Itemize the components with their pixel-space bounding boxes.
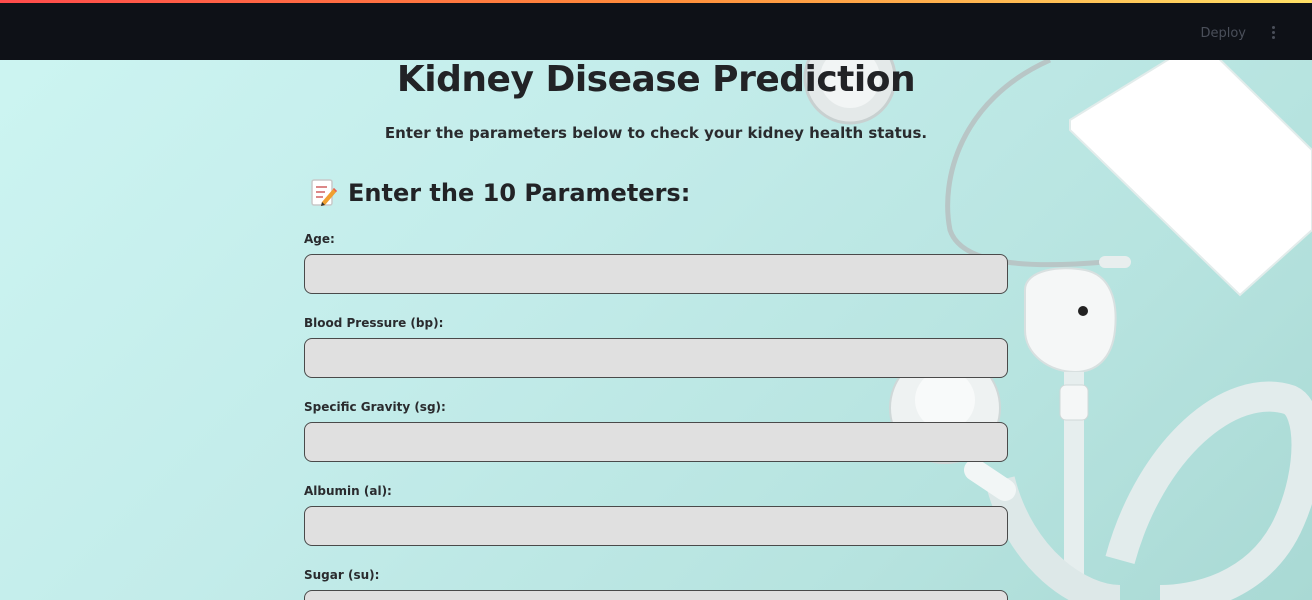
section-heading-text: Enter the 10 Parameters:	[348, 179, 691, 207]
specific-gravity-input[interactable]	[304, 422, 1008, 462]
page-subtitle: Enter the parameters below to check your…	[384, 124, 928, 142]
blood-pressure-input[interactable]	[304, 338, 1008, 378]
field-albumin: Albumin (al):	[304, 484, 1008, 546]
field-label: Blood Pressure (bp):	[304, 316, 444, 330]
memo-icon	[310, 178, 338, 208]
albumin-input[interactable]	[304, 506, 1008, 546]
field-label: Albumin (al):	[304, 484, 392, 498]
age-input[interactable]	[304, 254, 1008, 294]
field-label: Sugar (su):	[304, 568, 380, 582]
main-content: Kidney Disease Prediction Enter the para…	[304, 60, 1008, 600]
field-age: Age:	[304, 232, 1008, 294]
field-specific-gravity: Specific Gravity (sg):	[304, 400, 1008, 462]
deploy-button[interactable]: Deploy	[1200, 26, 1246, 41]
app-header: Deploy	[0, 0, 1312, 60]
more-menu-icon[interactable]	[1267, 26, 1279, 44]
field-label: Specific Gravity (sg):	[304, 400, 446, 414]
field-label: Age:	[304, 232, 335, 246]
field-blood-pressure: Blood Pressure (bp):	[304, 316, 1008, 378]
top-accent-bar	[0, 0, 1312, 3]
section-heading: Enter the 10 Parameters:	[310, 178, 690, 208]
field-sugar: Sugar (su):	[304, 568, 1008, 600]
sugar-input[interactable]	[304, 590, 1008, 600]
page-title: Kidney Disease Prediction	[396, 59, 916, 100]
